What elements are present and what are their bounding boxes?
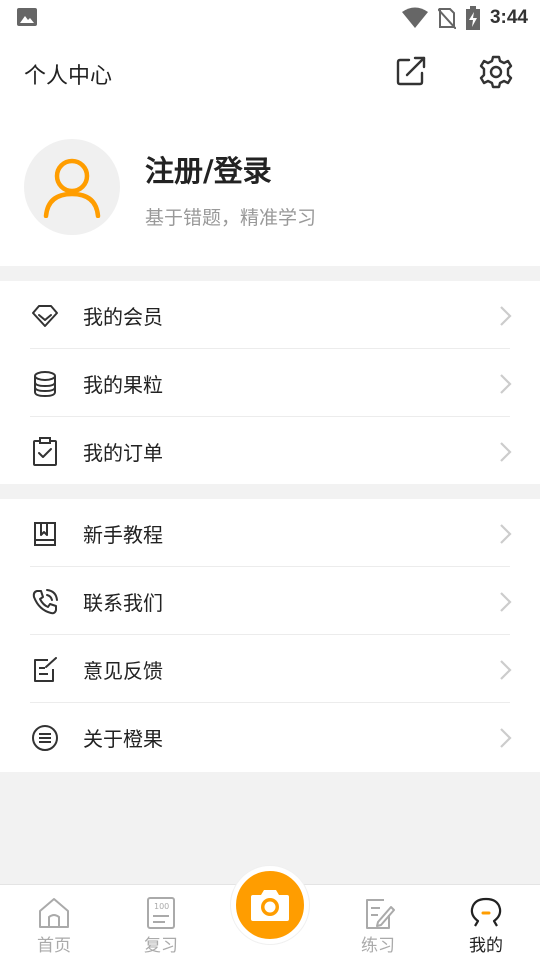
menu-item-feedback[interactable]: 意见反馈 <box>0 635 540 703</box>
book-icon <box>30 519 60 549</box>
status-time: 3:44 <box>489 7 528 28</box>
home-icon <box>39 898 69 928</box>
image-icon <box>17 8 37 26</box>
chevron-right-icon <box>500 524 512 544</box>
settings-gear-icon[interactable] <box>478 54 514 90</box>
avatar[interactable] <box>24 139 120 235</box>
chevron-right-icon <box>500 592 512 612</box>
clipboard-check-icon <box>30 437 60 467</box>
status-bar: 3:44 <box>0 0 540 36</box>
wifi-icon <box>401 7 428 28</box>
tab-label: 我的 <box>469 936 503 956</box>
phone-icon <box>30 587 60 617</box>
login-register-link[interactable]: 注册/登录 <box>145 148 272 190</box>
profile-subtitle: 基于错题，精准学习 <box>145 207 317 229</box>
menu-item-about[interactable]: 关于橙果 <box>0 703 540 771</box>
menu-item-label: 我的会员 <box>83 304 163 329</box>
review-paper-icon: 100 <box>147 897 175 929</box>
practice-pencil-icon <box>366 899 395 929</box>
tab-label: 首页 <box>37 936 71 956</box>
menu-item-label: 联系我们 <box>83 590 163 615</box>
feedback-edit-icon <box>30 655 60 685</box>
tab-practice[interactable]: 练习 <box>333 885 423 960</box>
menu-group-account: 我的会员 我的果粒 我的订单 <box>0 281 540 484</box>
profile-card[interactable]: 注册/登录 基于错题，精准学习 <box>0 108 540 266</box>
menu-item-points[interactable]: 我的果粒 <box>0 349 540 417</box>
tab-home[interactable]: 首页 <box>9 885 99 960</box>
chevron-right-icon <box>500 728 512 748</box>
status-right: 3:44 <box>401 5 528 31</box>
tab-label: 复习 <box>144 936 178 956</box>
share-icon[interactable] <box>394 54 428 88</box>
menu-item-label: 我的果粒 <box>83 372 163 397</box>
mine-face-icon <box>470 897 502 927</box>
menu-item-label: 我的订单 <box>83 440 163 465</box>
menu-item-tutorial[interactable]: 新手教程 <box>0 499 540 567</box>
coin-stack-icon <box>30 369 60 399</box>
no-sim-icon <box>437 8 456 29</box>
battery-charging-icon <box>465 6 480 30</box>
chevron-right-icon <box>500 660 512 680</box>
chevron-right-icon <box>500 374 512 394</box>
svg-text:100: 100 <box>154 902 169 911</box>
user-avatar-icon <box>43 158 101 218</box>
menu-item-orders[interactable]: 我的订单 <box>0 417 540 485</box>
menu-item-label: 新手教程 <box>83 522 163 547</box>
camera-icon <box>251 890 289 921</box>
menu-item-contact[interactable]: 联系我们 <box>0 567 540 635</box>
menu-item-label: 关于橙果 <box>83 726 163 751</box>
camera-button[interactable] <box>231 866 309 944</box>
menu-item-membership[interactable]: 我的会员 <box>0 281 540 349</box>
chevron-right-icon <box>500 306 512 326</box>
tab-label: 练习 <box>361 936 395 956</box>
page-title: 个人中心 <box>24 64 113 89</box>
menu-group-support: 新手教程 联系我们 意见反馈 关于橙果 <box>0 499 540 772</box>
diamond-icon <box>30 301 60 331</box>
page-header: 个人中心 <box>0 36 540 108</box>
tab-mine[interactable]: 我的 <box>441 885 531 960</box>
list-circle-icon <box>30 723 60 753</box>
chevron-right-icon <box>500 442 512 462</box>
tab-review[interactable]: 100 复习 <box>116 885 206 960</box>
menu-item-label: 意见反馈 <box>83 658 163 683</box>
